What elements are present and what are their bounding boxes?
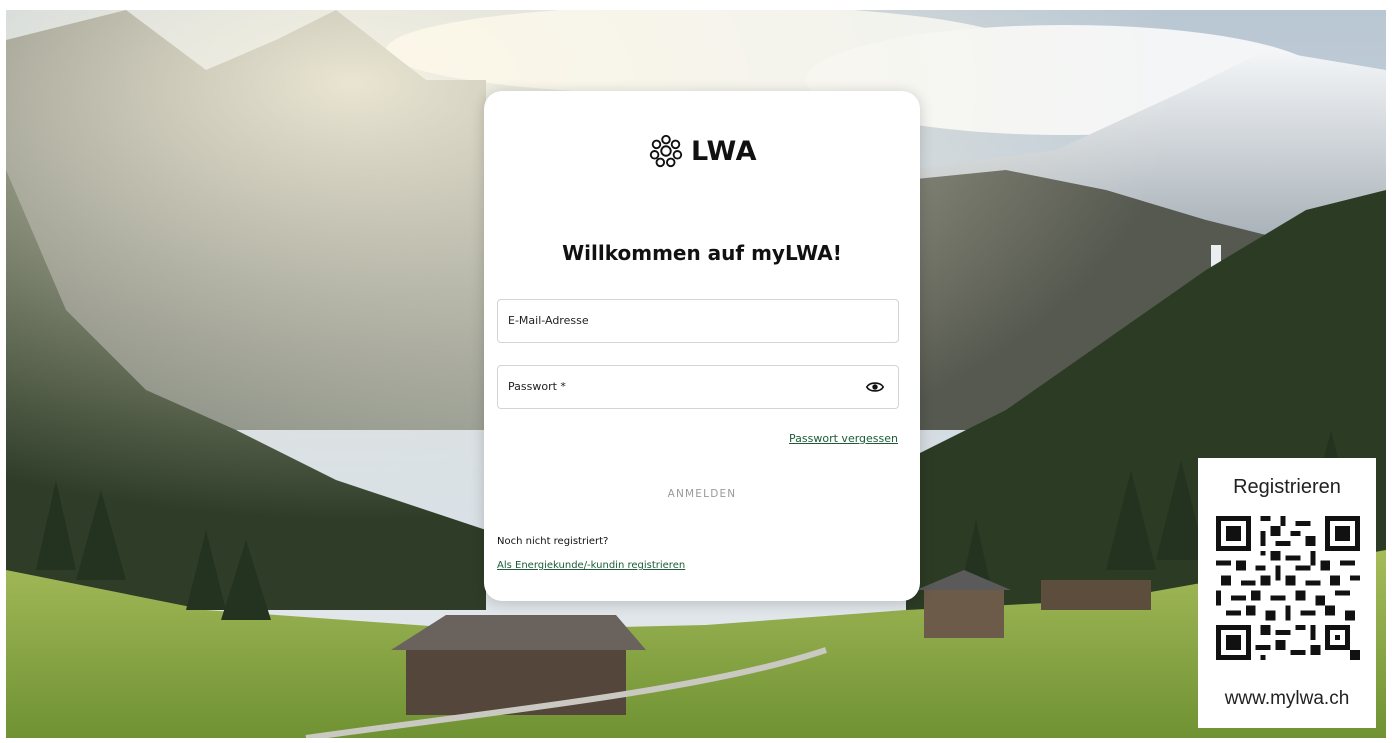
qr-promo-box: Registrieren www.mylwa.ch xyxy=(1198,458,1376,728)
password-field[interactable]: Passwort * xyxy=(497,365,899,409)
brand-logo: LWA xyxy=(484,131,920,171)
qr-code-icon xyxy=(1216,516,1360,660)
page-title: Willkommen auf myLWA! xyxy=(562,241,842,265)
lwa-flower-icon xyxy=(649,134,683,168)
login-card: LWA Willkommen auf myLWA! E-Mail-Adresse… xyxy=(484,91,920,601)
qr-promo-title: Registrieren xyxy=(1233,476,1341,498)
email-field[interactable]: E-Mail-Adresse xyxy=(497,299,899,343)
not-registered-text: Noch nicht registriert? xyxy=(497,536,609,547)
email-field-label: E-Mail-Adresse xyxy=(508,314,589,327)
forgot-password-link[interactable]: Passwort vergessen xyxy=(789,432,898,445)
password-field-label: Passwort * xyxy=(508,380,566,393)
eye-icon[interactable] xyxy=(866,379,884,395)
qr-promo-url: www.mylwa.ch xyxy=(1224,688,1350,709)
brand-name: LWA xyxy=(690,135,758,167)
register-link[interactable]: Als Energiekunde/-kundin registrieren xyxy=(497,560,685,571)
login-button[interactable]: ANMELDEN xyxy=(497,481,907,507)
